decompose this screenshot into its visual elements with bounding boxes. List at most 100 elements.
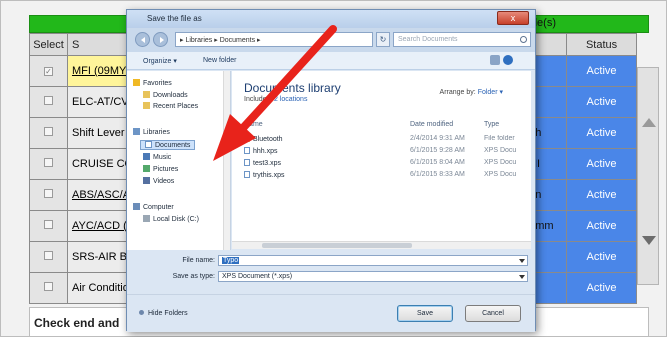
row-checkbox[interactable] — [29, 86, 68, 118]
nav-item-favorites[interactable]: Favorites — [133, 79, 172, 89]
nav-label: Computer — [143, 204, 174, 211]
checkbox-icon[interactable] — [43, 127, 53, 136]
file-list-scrollbar[interactable] — [232, 241, 531, 249]
documents-icon — [145, 141, 152, 148]
nav-label: Libraries — [143, 129, 170, 136]
forward-arrow-icon[interactable] — [153, 32, 168, 47]
folder-icon — [244, 135, 250, 142]
save-type-value: XPS Document (*.xps) — [222, 273, 293, 280]
row-checkbox[interactable] — [29, 210, 68, 242]
nav-label: Local Disk (C:) — [153, 216, 199, 223]
library-includes: Includes: 2 locations — [244, 96, 307, 103]
status-badge: Active — [566, 148, 637, 180]
nav-item-computer[interactable]: Computer — [133, 203, 174, 213]
dialog-title: Save the file as — [147, 14, 202, 23]
checkbox-icon[interactable] — [43, 158, 53, 167]
nav-item-pictures[interactable]: Pictures — [143, 165, 178, 175]
file-name-text: trythis.xps — [253, 172, 285, 179]
chevron-down-icon[interactable] — [519, 275, 525, 279]
file-row[interactable]: Bluetooth 2/4/2014 9:31 AM File folder — [232, 135, 531, 146]
refresh-icon[interactable]: ↻ — [376, 32, 390, 47]
help-icon[interactable] — [503, 55, 513, 65]
checkbox-icon[interactable] — [43, 189, 53, 198]
row-checkbox[interactable] — [29, 117, 68, 149]
dialog-title-bar[interactable]: Save the file as x — [127, 10, 535, 28]
file-name-field[interactable]: Typo — [218, 255, 528, 266]
close-button[interactable]: x — [497, 11, 529, 25]
column-header-date[interactable]: Date modified — [410, 121, 453, 128]
dialog-toolbar: Organize ▾ New folder — [127, 52, 535, 70]
file-column-headers: Name Date modified Type — [232, 121, 531, 131]
nav-label: Documents — [155, 142, 191, 149]
new-folder-button[interactable]: New folder — [203, 57, 236, 64]
column-header-type[interactable]: Type — [484, 121, 499, 128]
status-badge: Active — [566, 210, 637, 242]
nav-label: Music — [153, 154, 172, 161]
star-icon — [133, 79, 140, 86]
file-name-label: File name: — [182, 257, 215, 264]
file-row[interactable]: hhh.xps 6/1/2015 9:28 AM XPS Docu — [232, 147, 531, 158]
view-controls — [487, 55, 527, 67]
arrange-label: Arrange by: — [439, 89, 476, 96]
file-date: 6/1/2015 8:33 AM — [410, 171, 465, 178]
row-checkbox[interactable] — [29, 241, 68, 273]
cancel-button[interactable]: Cancel — [465, 305, 521, 322]
arrange-dropdown[interactable]: Folder ▾ — [478, 89, 503, 96]
nav-item-downloads[interactable]: Downloads — [143, 91, 188, 101]
locations-link[interactable]: 2 locations — [274, 96, 307, 103]
file-row[interactable]: trythis.xps 6/1/2015 8:33 AM XPS Docu — [232, 171, 531, 182]
arrange-by: Arrange by: Folder ▾ — [440, 88, 503, 96]
file-name: Bluetooth — [244, 135, 283, 143]
dialog-footer: Hide Folders Save Cancel — [127, 294, 535, 332]
instruction-text: Check end and — [34, 316, 120, 330]
row-checkbox[interactable]: ✓ — [29, 55, 68, 87]
xps-file-icon — [244, 159, 250, 166]
back-arrow-icon[interactable] — [135, 32, 150, 47]
save-fields: File name: Typo Save as type: XPS Docume… — [127, 250, 535, 294]
status-badge: Active — [566, 86, 637, 118]
xps-file-icon — [244, 147, 250, 154]
file-type: File folder — [484, 135, 515, 142]
organize-menu[interactable]: Organize ▾ — [143, 57, 177, 65]
view-options-icon[interactable] — [490, 55, 500, 65]
file-type: XPS Docu — [484, 147, 517, 154]
save-as-dialog: Save the file as x ▸ Libraries ▸ Documen… — [126, 9, 536, 332]
hide-folders-toggle[interactable]: Hide Folders — [139, 310, 188, 317]
search-placeholder: Search Documents — [398, 36, 458, 43]
chevron-down-icon[interactable] — [519, 259, 525, 263]
checkbox-icon[interactable] — [43, 220, 53, 229]
scroll-up-icon[interactable] — [642, 118, 656, 127]
nav-item-documents[interactable]: Documents — [140, 140, 196, 150]
save-type-label: Save as type: — [172, 273, 215, 280]
disk-icon — [143, 215, 150, 222]
xps-file-icon — [244, 171, 250, 178]
nav-item-local-disk[interactable]: Local Disk (C:) — [143, 215, 199, 225]
file-name: test3.xps — [244, 159, 281, 167]
row-checkbox[interactable] — [29, 148, 68, 180]
file-row[interactable]: test3.xps 6/1/2015 8:04 AM XPS Docu — [232, 159, 531, 170]
file-date: 6/1/2015 9:28 AM — [410, 147, 465, 154]
checkbox-icon[interactable] — [43, 251, 53, 260]
status-badge: Active — [566, 272, 637, 304]
nav-item-recent-places[interactable]: Recent Places — [143, 102, 198, 112]
nav-item-libraries[interactable]: Libraries — [133, 128, 170, 138]
row-checkbox[interactable] — [29, 179, 68, 211]
save-button[interactable]: Save — [397, 305, 453, 322]
search-icon — [520, 36, 527, 43]
save-type-select[interactable]: XPS Document (*.xps) — [218, 271, 528, 282]
scroll-down-icon[interactable] — [642, 236, 656, 245]
checkbox-icon[interactable] — [43, 282, 53, 291]
library-title: Documents library — [244, 81, 341, 95]
address-bar[interactable]: ▸ Libraries ▸ Documents ▸ — [175, 32, 373, 47]
music-icon — [143, 153, 150, 160]
downloads-icon — [143, 91, 150, 98]
checkbox-icon[interactable] — [43, 96, 53, 105]
scrollbar-thumb[interactable] — [262, 243, 412, 248]
nav-item-music[interactable]: Music — [143, 153, 171, 163]
nav-item-videos[interactable]: Videos — [143, 177, 174, 187]
column-header-name[interactable]: Name — [244, 121, 263, 128]
table-scrollbar[interactable] — [637, 67, 659, 285]
search-input[interactable]: Search Documents — [393, 32, 531, 47]
checkbox-checked-icon[interactable]: ✓ — [43, 67, 53, 76]
row-checkbox[interactable] — [29, 272, 68, 304]
